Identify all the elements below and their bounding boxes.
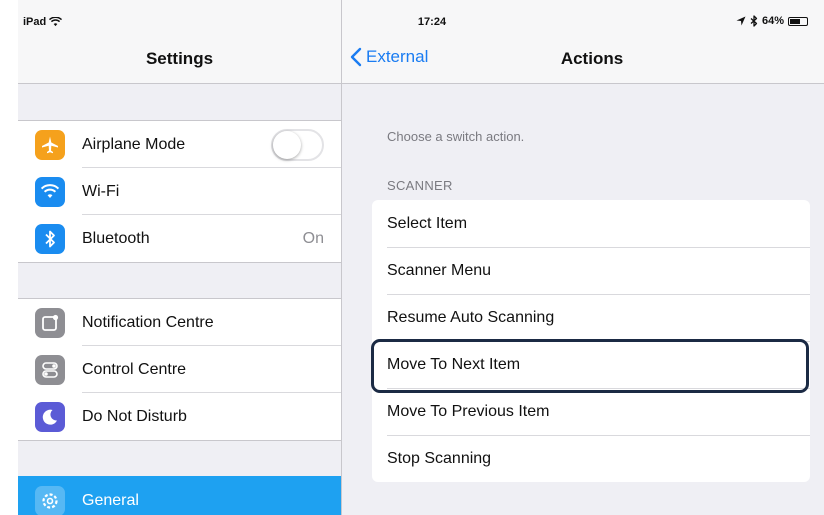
sidebar-item-control-centre[interactable]: Control Centre xyxy=(18,345,341,393)
sidebar-item-notification-centre[interactable]: Notification Centre xyxy=(18,299,341,346)
sidebar-item-label: General xyxy=(82,492,139,509)
action-move-to-next-item[interactable]: Move To Next Item xyxy=(372,341,810,388)
detail-pane: 17:24 64% External Actions Choose a swit… xyxy=(342,0,824,515)
status-bar-right: 64% xyxy=(736,15,808,27)
action-scanner-menu[interactable]: Scanner Menu xyxy=(372,247,810,294)
section-header-scanner: SCANNER xyxy=(387,178,453,193)
sidebar-item-airplane-mode[interactable]: Airplane Mode xyxy=(18,121,341,168)
ipad-screen: iPad Settings Airplane Mode Wi-Fi Blueto… xyxy=(0,0,824,515)
bluetooth-icon xyxy=(35,223,65,254)
back-button[interactable]: External xyxy=(350,47,428,67)
page-title: Actions xyxy=(560,49,624,68)
settings-group-connectivity: Airplane Mode Wi-Fi Bluetooth On xyxy=(18,120,341,263)
notification-centre-icon xyxy=(35,307,65,338)
sidebar-header: iPad Settings xyxy=(18,0,341,84)
action-label: Scanner Menu xyxy=(387,261,492,279)
action-label: Select Item xyxy=(387,214,468,232)
action-stop-scanning[interactable]: Stop Scanning xyxy=(372,435,810,482)
chevron-left-icon xyxy=(350,47,362,67)
sidebar-item-general[interactable]: General xyxy=(18,476,341,515)
sidebar-item-label: Bluetooth xyxy=(82,229,150,247)
sidebar-item-label: Do Not Disturb xyxy=(82,407,187,425)
control-centre-icon xyxy=(35,354,65,385)
action-label: Move To Previous Item xyxy=(387,402,550,420)
sidebar-item-label: Notification Centre xyxy=(82,313,214,331)
action-label: Move To Next Item xyxy=(387,355,521,373)
sidebar-item-wifi[interactable]: Wi-Fi xyxy=(18,167,341,215)
sidebar-item-do-not-disturb[interactable]: Do Not Disturb xyxy=(18,392,341,440)
status-bar-left: iPad xyxy=(23,16,63,28)
bluetooth-status-icon xyxy=(750,15,758,27)
action-move-to-previous-item[interactable]: Move To Previous Item xyxy=(372,388,810,435)
bluetooth-status-value: On xyxy=(302,229,324,247)
airplane-icon xyxy=(35,129,65,160)
settings-sidebar: iPad Settings Airplane Mode Wi-Fi Blueto… xyxy=(18,0,341,515)
scanner-actions-list: Select Item Scanner Menu Resume Auto Sca… xyxy=(372,200,810,482)
gear-icon xyxy=(35,486,65,515)
sidebar-item-label: Wi-Fi xyxy=(82,182,120,200)
location-arrow-icon xyxy=(736,16,746,26)
status-time: 17:24 xyxy=(417,16,447,28)
wifi-status-icon xyxy=(49,17,63,27)
toggle-knob xyxy=(273,130,301,159)
sidebar-item-label: Airplane Mode xyxy=(82,135,186,153)
moon-icon xyxy=(35,401,65,432)
action-label: Resume Auto Scanning xyxy=(387,308,555,326)
instruction-text: Choose a switch action. xyxy=(387,129,525,144)
sidebar-item-bluetooth[interactable]: Bluetooth On xyxy=(18,214,341,262)
sidebar-item-label: Control Centre xyxy=(82,360,187,378)
action-select-item[interactable]: Select Item xyxy=(372,200,810,247)
detail-header: 17:24 64% External Actions xyxy=(342,0,824,84)
device-label: iPad xyxy=(23,16,47,28)
battery-percentage: 64% xyxy=(761,15,784,27)
action-resume-auto-scanning[interactable]: Resume Auto Scanning xyxy=(372,294,810,341)
action-label: Stop Scanning xyxy=(387,449,492,467)
airplane-mode-toggle[interactable] xyxy=(271,128,324,161)
back-button-label: External xyxy=(366,47,429,66)
battery-fill xyxy=(790,18,801,24)
wifi-icon xyxy=(35,176,65,207)
settings-group-notifications: Notification Centre Control Centre Do No… xyxy=(18,298,341,441)
sidebar-title: Settings xyxy=(145,49,214,68)
battery-icon xyxy=(788,16,808,26)
